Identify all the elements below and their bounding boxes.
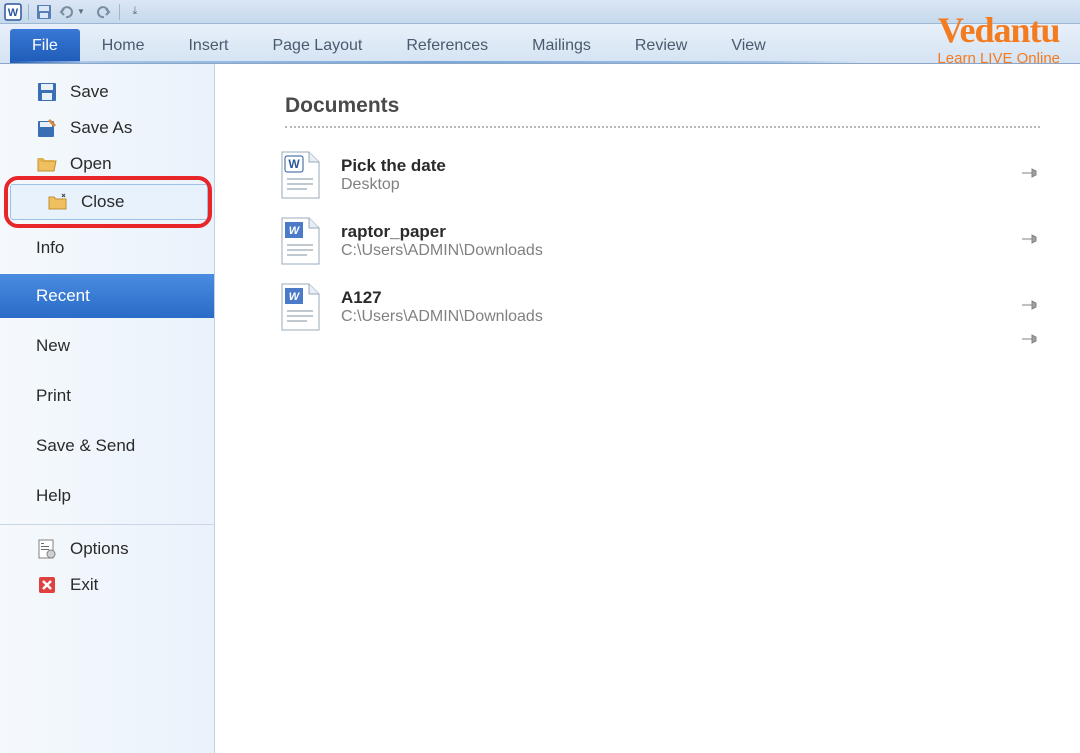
doc-path: C:\Users\ADMIN\Downloads	[341, 242, 1040, 260]
recent-doc-row[interactable]: W A127 C:\Users\ADMIN\Downloads	[285, 274, 1040, 340]
tab-home[interactable]: Home	[80, 29, 167, 63]
save-icon[interactable]	[35, 3, 53, 21]
tab-references[interactable]: References	[384, 29, 510, 63]
sidebar-label: Recent	[36, 286, 90, 306]
sidebar-item-options[interactable]: Options	[0, 531, 214, 567]
doc-info: Pick the date Desktop	[341, 156, 1040, 194]
brand-tagline: Learn LIVE Online	[937, 50, 1060, 67]
sidebar-label: Print	[36, 386, 71, 406]
tab-page-layout[interactable]: Page Layout	[250, 29, 384, 63]
doc-path: C:\Users\ADMIN\Downloads	[341, 308, 1040, 326]
separator	[28, 4, 29, 20]
sidebar-item-open[interactable]: Open	[0, 146, 214, 182]
file-sidebar: Save Save As Open Close Info	[0, 64, 215, 753]
open-folder-icon	[36, 153, 58, 175]
save-as-icon	[36, 117, 58, 139]
sidebar-label: New	[36, 336, 70, 356]
sidebar-label: Save As	[70, 118, 132, 138]
sidebar-label: Options	[70, 539, 129, 559]
sidebar-item-save[interactable]: Save	[0, 74, 214, 110]
brand-logo: Vedantu	[937, 12, 1060, 48]
panel-title: Documents	[285, 94, 1040, 118]
sidebar-item-new[interactable]: New	[0, 328, 214, 364]
sidebar-label: Open	[70, 154, 112, 174]
sidebar-label: Info	[36, 238, 64, 258]
sidebar-item-save-send[interactable]: Save & Send	[0, 428, 214, 464]
close-folder-icon	[47, 191, 69, 213]
sidebar-label: Save & Send	[36, 436, 135, 456]
sidebar-label: Close	[81, 192, 124, 212]
recent-doc-row[interactable]: W raptor_paper C:\Users\ADMIN\Downloads	[285, 208, 1040, 274]
sidebar-label: Exit	[70, 575, 98, 595]
ribbon-underline	[10, 61, 860, 63]
doc-path: Desktop	[341, 176, 1040, 194]
sidebar-item-close[interactable]: Close	[10, 184, 208, 220]
sidebar-label: Save	[70, 82, 109, 102]
save-icon	[36, 81, 58, 103]
backstage-view: Save Save As Open Close Info	[0, 64, 1080, 753]
svg-text:W: W	[8, 7, 19, 19]
pin-icon[interactable]	[1020, 332, 1040, 351]
title-bar: W ▼ ⤓	[0, 0, 1080, 24]
pin-icon[interactable]	[1020, 232, 1040, 251]
word-doc-icon: W	[279, 150, 321, 200]
tab-mailings[interactable]: Mailings	[510, 29, 613, 63]
doc-name: Pick the date	[341, 156, 1040, 176]
divider	[285, 126, 1040, 128]
sidebar-item-help[interactable]: Help	[0, 478, 214, 514]
undo-icon[interactable]	[57, 3, 75, 21]
recent-doc-row[interactable]: W Pick the date Desktop	[285, 142, 1040, 208]
brand-watermark: Vedantu Learn LIVE Online	[937, 12, 1060, 67]
sidebar-item-recent[interactable]: Recent	[0, 274, 214, 318]
separator	[119, 4, 120, 20]
exit-icon	[36, 574, 58, 596]
tab-view[interactable]: View	[709, 29, 787, 63]
pin-icon[interactable]	[1020, 298, 1040, 317]
sidebar-item-info[interactable]: Info	[0, 230, 214, 266]
svg-text:W: W	[288, 157, 300, 171]
doc-info: A127 C:\Users\ADMIN\Downloads	[341, 288, 1040, 326]
doc-info: raptor_paper C:\Users\ADMIN\Downloads	[341, 222, 1040, 260]
doc-name: A127	[341, 288, 1040, 308]
sidebar-item-print[interactable]: Print	[0, 378, 214, 414]
ribbon: File Home Insert Page Layout References …	[0, 24, 1080, 64]
tab-review[interactable]: Review	[613, 29, 709, 63]
word-app-icon: W	[4, 3, 22, 21]
options-icon	[36, 538, 58, 560]
recent-documents-panel: Documents W Pick the date Desktop W rapt…	[215, 64, 1080, 753]
word-doc-icon: W	[279, 282, 321, 332]
redo-icon[interactable]	[95, 3, 113, 21]
sidebar-separator	[0, 524, 214, 525]
sidebar-item-save-as[interactable]: Save As	[0, 110, 214, 146]
tab-insert[interactable]: Insert	[166, 29, 250, 63]
sidebar-label: Help	[36, 486, 71, 506]
pin-icon[interactable]	[1020, 166, 1040, 185]
svg-text:W: W	[289, 291, 301, 303]
qat-customize-icon[interactable]: ⤓	[126, 3, 144, 21]
sidebar-item-exit[interactable]: Exit	[0, 567, 214, 603]
word-doc-icon: W	[279, 216, 321, 266]
doc-name: raptor_paper	[341, 222, 1040, 242]
tab-file[interactable]: File	[10, 29, 80, 63]
undo-dropdown[interactable]: ▼	[77, 7, 85, 16]
svg-text:W: W	[289, 225, 301, 237]
